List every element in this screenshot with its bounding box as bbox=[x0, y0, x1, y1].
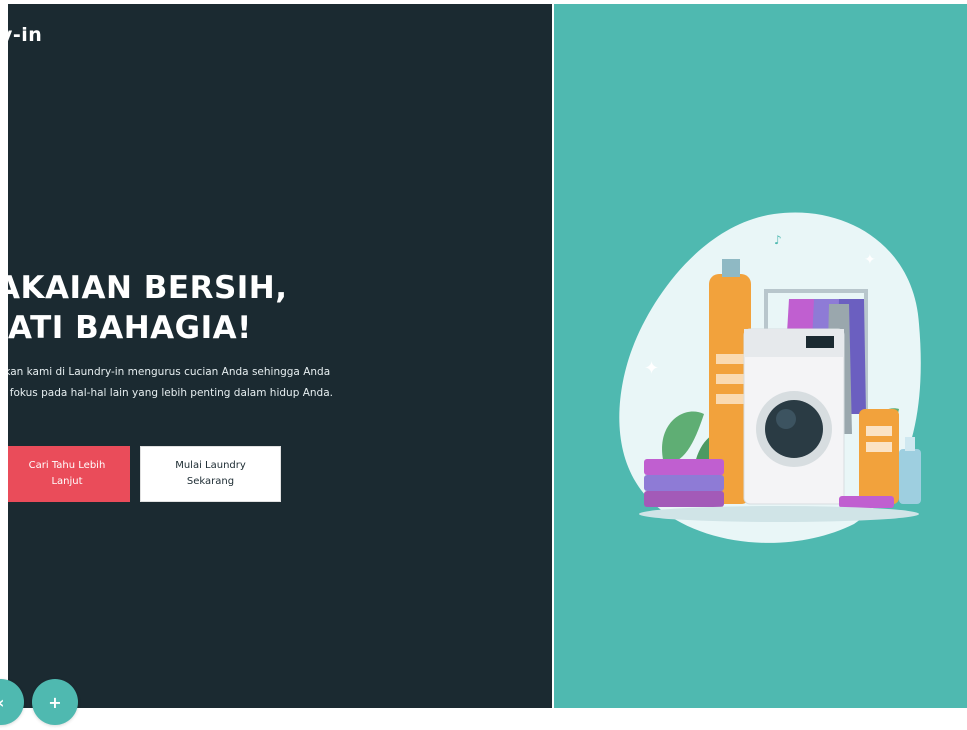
hero-description: rkan kami di Laundry-in mengurus cucian … bbox=[8, 362, 333, 404]
hero-headline-line-1: AKAIAN BERSIH, bbox=[8, 270, 288, 306]
learn-more-button[interactable]: Cari Tahu Lebih Lanjut bbox=[8, 446, 130, 502]
hero-headline-line-2: IATI BAHAGIA! bbox=[8, 310, 252, 346]
next-slide-button[interactable]: + bbox=[32, 679, 78, 725]
laundry-illustration-icon: ✦ ✦ ♪ bbox=[619, 212, 921, 543]
hero-headline: AKAIAN BERSIH, IATI BAHAGIA! bbox=[8, 268, 288, 348]
svg-text:♪: ♪ bbox=[774, 233, 782, 247]
hero-section: y-in AKAIAN BERSIH, IATI BAHAGIA! rkan k… bbox=[8, 4, 967, 708]
plus-icon: + bbox=[48, 692, 62, 712]
chevron-left-icon: ‹ bbox=[0, 693, 4, 712]
hero-description-line-2: a fokus pada hal-hal lain yang lebih pen… bbox=[8, 387, 333, 399]
start-laundry-button[interactable]: Mulai Laundry Sekarang bbox=[140, 446, 281, 502]
hero-left-panel: y-in AKAIAN BERSIH, IATI BAHAGIA! rkan k… bbox=[8, 4, 552, 708]
brand-logo[interactable]: y-in bbox=[8, 24, 42, 46]
svg-text:✦: ✦ bbox=[644, 358, 659, 379]
svg-text:✦: ✦ bbox=[864, 252, 876, 268]
hero-right-panel: ✦ ✦ ♪ bbox=[554, 4, 967, 708]
hero-description-line-1: rkan kami di Laundry-in mengurus cucian … bbox=[8, 366, 331, 378]
